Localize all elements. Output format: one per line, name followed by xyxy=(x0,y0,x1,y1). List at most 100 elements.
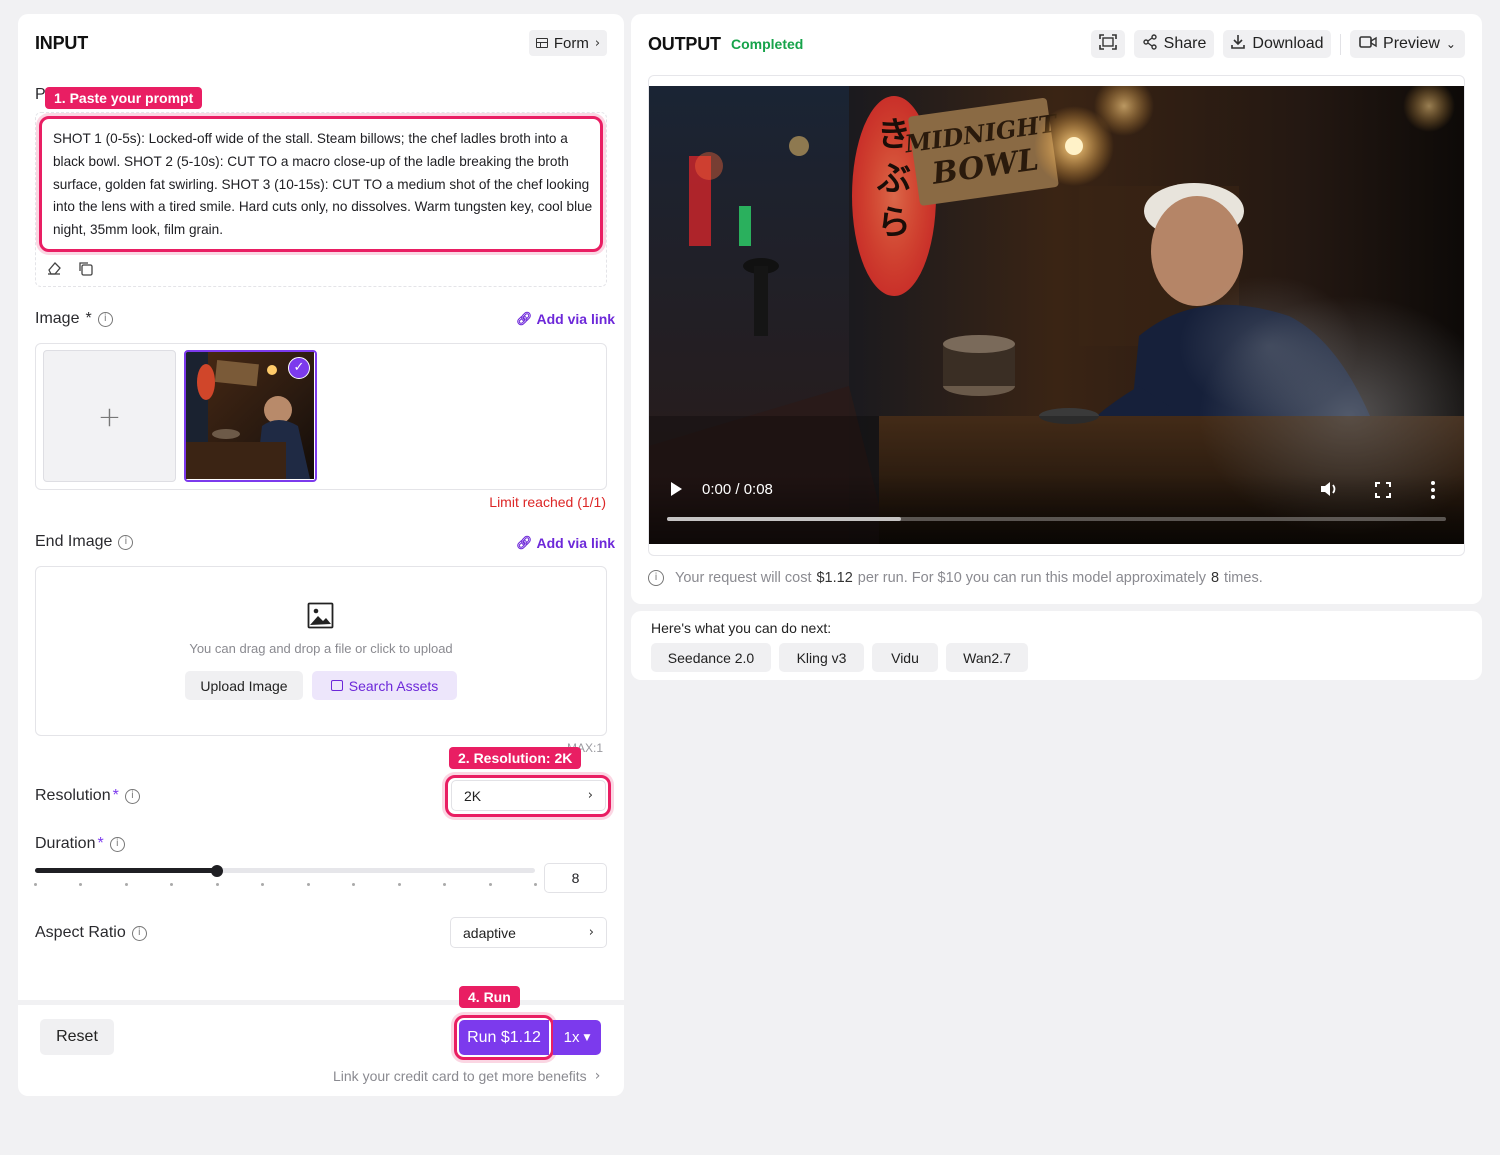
copy-icon[interactable] xyxy=(77,260,93,276)
more-options-icon[interactable] xyxy=(1431,481,1435,499)
chevron-right-icon: › xyxy=(588,925,594,940)
image-placeholder-icon xyxy=(307,602,334,629)
aspect-ratio-value: adaptive xyxy=(463,924,516,941)
resolution-callout: 2. Resolution: 2K xyxy=(449,747,582,769)
prompt-callout: 1. Paste your prompt xyxy=(45,87,203,109)
resolution-label-text: Resolution xyxy=(35,787,111,804)
slider-tick xyxy=(397,883,401,886)
video-time-display: 0:00 / 0:08 xyxy=(702,481,773,498)
duration-slider-fill xyxy=(35,868,217,873)
slider-tick xyxy=(215,883,219,886)
slider-tick xyxy=(124,883,128,886)
run-button[interactable]: Run $1.12 xyxy=(459,1020,549,1055)
link-icon: 🔗︎ xyxy=(516,535,533,551)
suggestion-chip[interactable]: Seedance 2.0 xyxy=(651,643,771,672)
play-icon[interactable] xyxy=(671,482,682,496)
required-mark: * xyxy=(97,835,104,852)
preview-dropdown[interactable]: Preview ⌄ xyxy=(1350,30,1465,58)
expand-icon xyxy=(1099,34,1117,54)
cost-amount: $1.12 xyxy=(816,570,853,586)
required-mark: * xyxy=(85,310,92,327)
selected-check-icon: ✓ xyxy=(288,357,310,379)
download-label: Download xyxy=(1252,35,1324,52)
aspect-ratio-label-text: Aspect Ratio xyxy=(35,924,126,941)
footer-divider xyxy=(18,1000,624,1005)
share-icon xyxy=(1142,33,1158,55)
info-icon[interactable]: i xyxy=(124,788,140,804)
info-icon[interactable]: i xyxy=(97,311,113,327)
download-button[interactable]: Download xyxy=(1223,30,1331,58)
cost-suffix: times. xyxy=(1224,570,1263,586)
download-icon xyxy=(1230,34,1246,55)
aspect-ratio-select[interactable]: adaptive › xyxy=(450,917,607,948)
output-status-badge: Completed xyxy=(731,36,804,52)
end-image-field-label: End Image i xyxy=(35,533,134,551)
slider-tick xyxy=(306,883,310,886)
info-icon: i xyxy=(648,570,664,586)
search-assets-label: Search Assets xyxy=(348,677,439,694)
svg-text:ら: ら xyxy=(877,203,911,243)
info-icon[interactable]: i xyxy=(131,925,147,941)
suggestion-chip[interactable]: Wan2.7 xyxy=(946,643,1028,672)
info-icon[interactable]: i xyxy=(109,836,125,852)
cost-prefix: Your request will cost xyxy=(675,570,812,586)
chevron-right-icon: › xyxy=(594,35,601,51)
table-icon xyxy=(535,38,548,48)
image-add-link-label: Add via link xyxy=(536,311,616,327)
form-toggle-button[interactable]: Form › xyxy=(529,30,607,56)
video-buffer-bar xyxy=(667,517,901,521)
slider-tick xyxy=(488,883,492,886)
input-title: INPUT xyxy=(35,33,89,53)
prompt-textarea[interactable]: SHOT 1 (0-5s): Locked-off wide of the st… xyxy=(53,128,593,242)
slider-tick xyxy=(534,883,537,886)
duration-slider-handle[interactable] xyxy=(210,865,223,877)
video-camera-icon xyxy=(1359,35,1377,54)
link-icon: 🔗︎ xyxy=(516,311,533,327)
preview-label: Preview xyxy=(1383,35,1440,52)
reset-button[interactable]: Reset xyxy=(40,1019,114,1055)
svg-text:ぶ: ぶ xyxy=(876,159,911,199)
chevron-down-icon: ▼ xyxy=(583,1032,591,1043)
image-thumbnail[interactable]: ✓ xyxy=(184,350,317,482)
suggestion-chip[interactable]: Vidu xyxy=(872,643,938,672)
end-image-add-via-link[interactable]: 🔗︎ Add via link xyxy=(516,535,615,551)
info-icon[interactable]: i xyxy=(118,534,134,550)
header-divider xyxy=(1340,34,1341,55)
plus-icon: + xyxy=(97,399,122,433)
suggestion-chip[interactable]: Kling v3 xyxy=(779,643,864,672)
next-steps-heading: Here's what you can do next: xyxy=(651,620,832,636)
video-player[interactable]: き ぶ ら MIDNIGHT BOWL 0:00 / 0:08 xyxy=(649,86,1464,544)
add-image-tile[interactable]: + xyxy=(43,350,176,482)
credit-card-link[interactable]: Link your credit card to get more benefi… xyxy=(333,1068,600,1084)
run-multiplier-dropdown[interactable]: 1x ▼ xyxy=(553,1020,601,1055)
duration-field-label: Duration * i xyxy=(35,835,125,853)
image-label-text: Image xyxy=(35,310,80,327)
volume-icon[interactable] xyxy=(1319,480,1339,503)
image-limit-text: Limit reached (1/1) xyxy=(489,494,606,510)
run-callout: 4. Run xyxy=(459,986,520,1008)
end-image-add-link-label: Add via link xyxy=(536,535,616,551)
cost-middle: per run. For $10 you can run this model … xyxy=(857,570,1206,586)
eraser-icon[interactable] xyxy=(46,260,62,276)
duration-number-input[interactable]: 8 xyxy=(544,863,607,893)
form-toggle-label: Form xyxy=(553,34,589,52)
resolution-value: 2K xyxy=(464,787,482,804)
image-add-via-link[interactable]: 🔗︎ Add via link xyxy=(516,311,615,327)
end-image-label-text: End Image xyxy=(35,533,113,550)
duration-label-text: Duration xyxy=(35,835,96,852)
fullscreen-button[interactable] xyxy=(1091,30,1125,58)
share-button[interactable]: Share xyxy=(1134,30,1214,58)
cost-note: i Your request will cost $1.12 per run. … xyxy=(648,570,1263,586)
share-label: Share xyxy=(1163,35,1207,52)
chevron-right-icon: › xyxy=(587,788,593,803)
image-field-label: Image * i xyxy=(35,310,113,328)
search-assets-button[interactable]: Search Assets xyxy=(312,671,457,700)
upload-image-button[interactable]: Upload Image xyxy=(185,671,303,700)
run-multiplier-value: 1x xyxy=(563,1029,580,1046)
resolution-select[interactable]: 2K › xyxy=(451,780,606,811)
slider-tick xyxy=(34,883,37,886)
required-mark: * xyxy=(112,787,119,804)
fullscreen-icon[interactable] xyxy=(1375,482,1391,503)
aspect-ratio-field-label: Aspect Ratio i xyxy=(35,924,147,942)
chevron-down-icon: ⌄ xyxy=(1445,37,1456,51)
